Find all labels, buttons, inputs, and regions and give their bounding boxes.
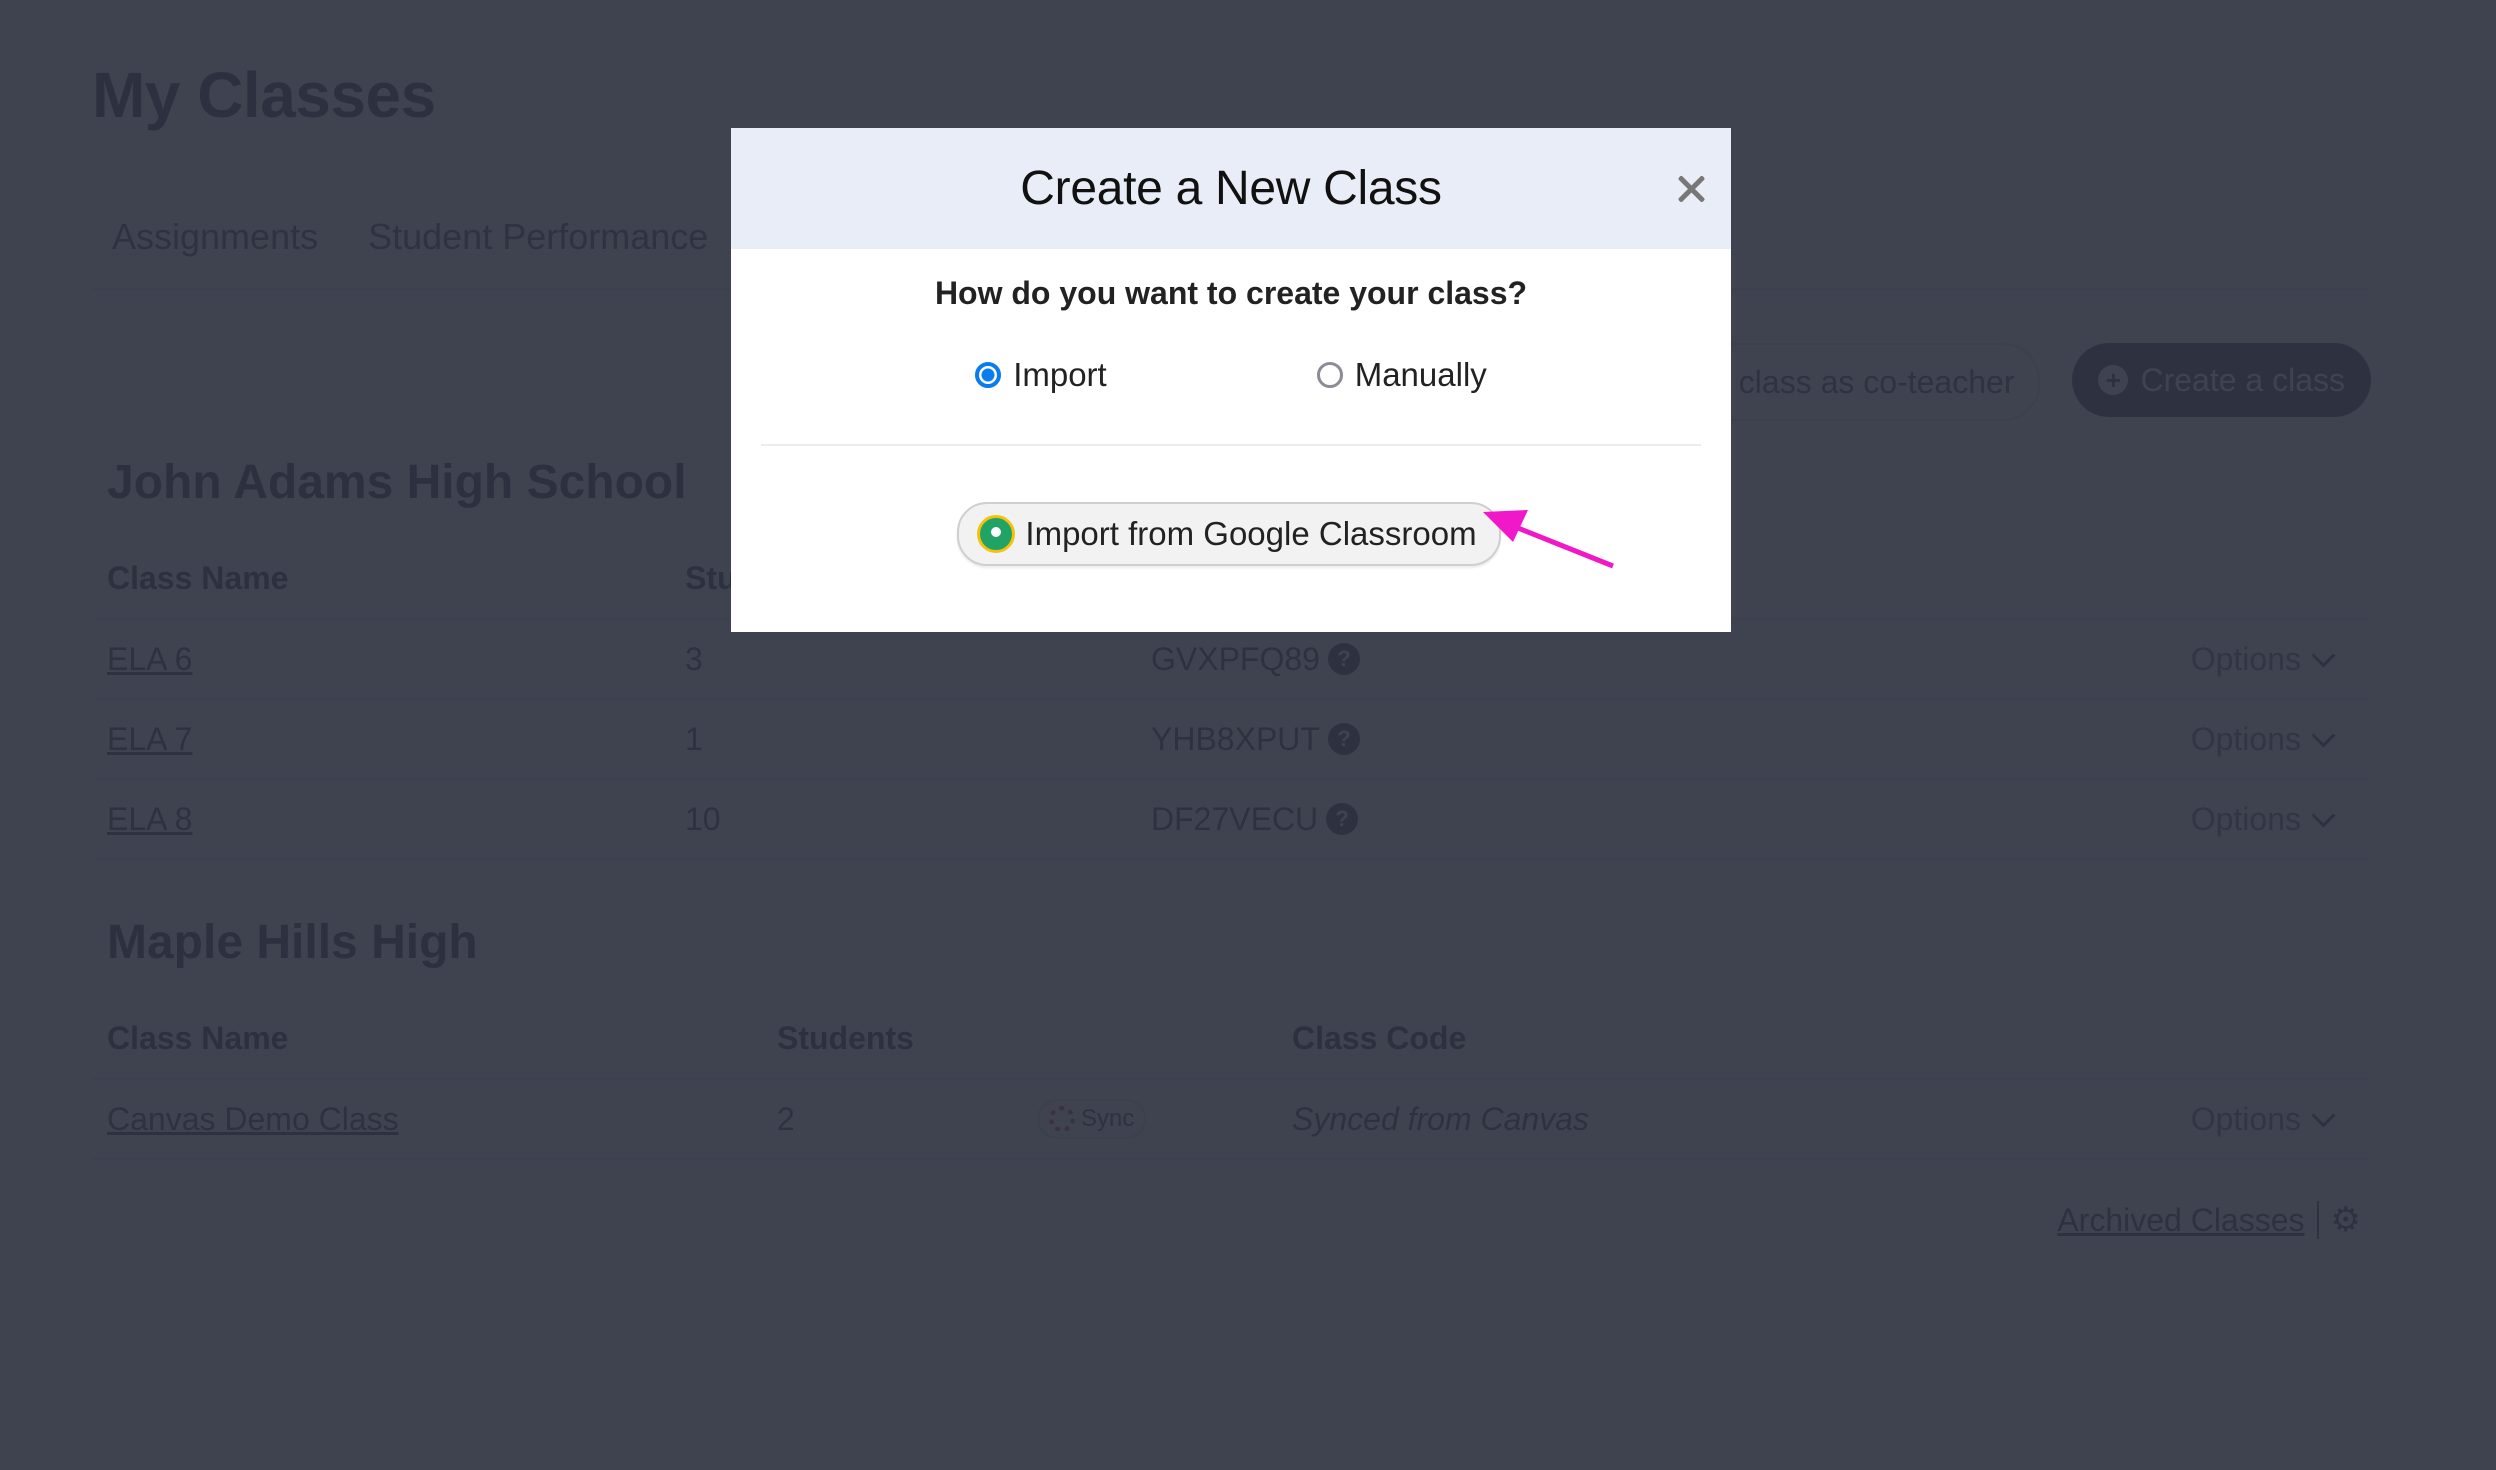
radio-label: Import — [1013, 356, 1107, 393]
annotation-arrow-icon — [1483, 510, 1614, 569]
modal-header: Create a New Class — [731, 128, 1731, 249]
create-class-modal: Create a New Class How do you want to cr… — [731, 128, 1731, 632]
modal-title: Create a New Class — [1020, 162, 1442, 215]
radio-import[interactable]: Import — [975, 356, 1107, 394]
close-icon[interactable] — [1671, 170, 1711, 210]
radio-label: Manually — [1354, 356, 1487, 393]
import-button-label: Import from Google Classroom — [1025, 515, 1477, 552]
modal-question: How do you want to create your class? — [934, 275, 1528, 311]
google-classroom-icon — [977, 515, 1016, 553]
radio-unselected-icon[interactable] — [1316, 362, 1343, 388]
creation-method-radio-group: Import Manually — [731, 356, 1731, 394]
radio-selected-icon[interactable] — [975, 362, 1002, 388]
import-google-classroom-button[interactable]: Import from Google Classroom — [957, 502, 1501, 566]
divider — [761, 444, 1701, 446]
radio-manually[interactable]: Manually — [1316, 356, 1487, 394]
